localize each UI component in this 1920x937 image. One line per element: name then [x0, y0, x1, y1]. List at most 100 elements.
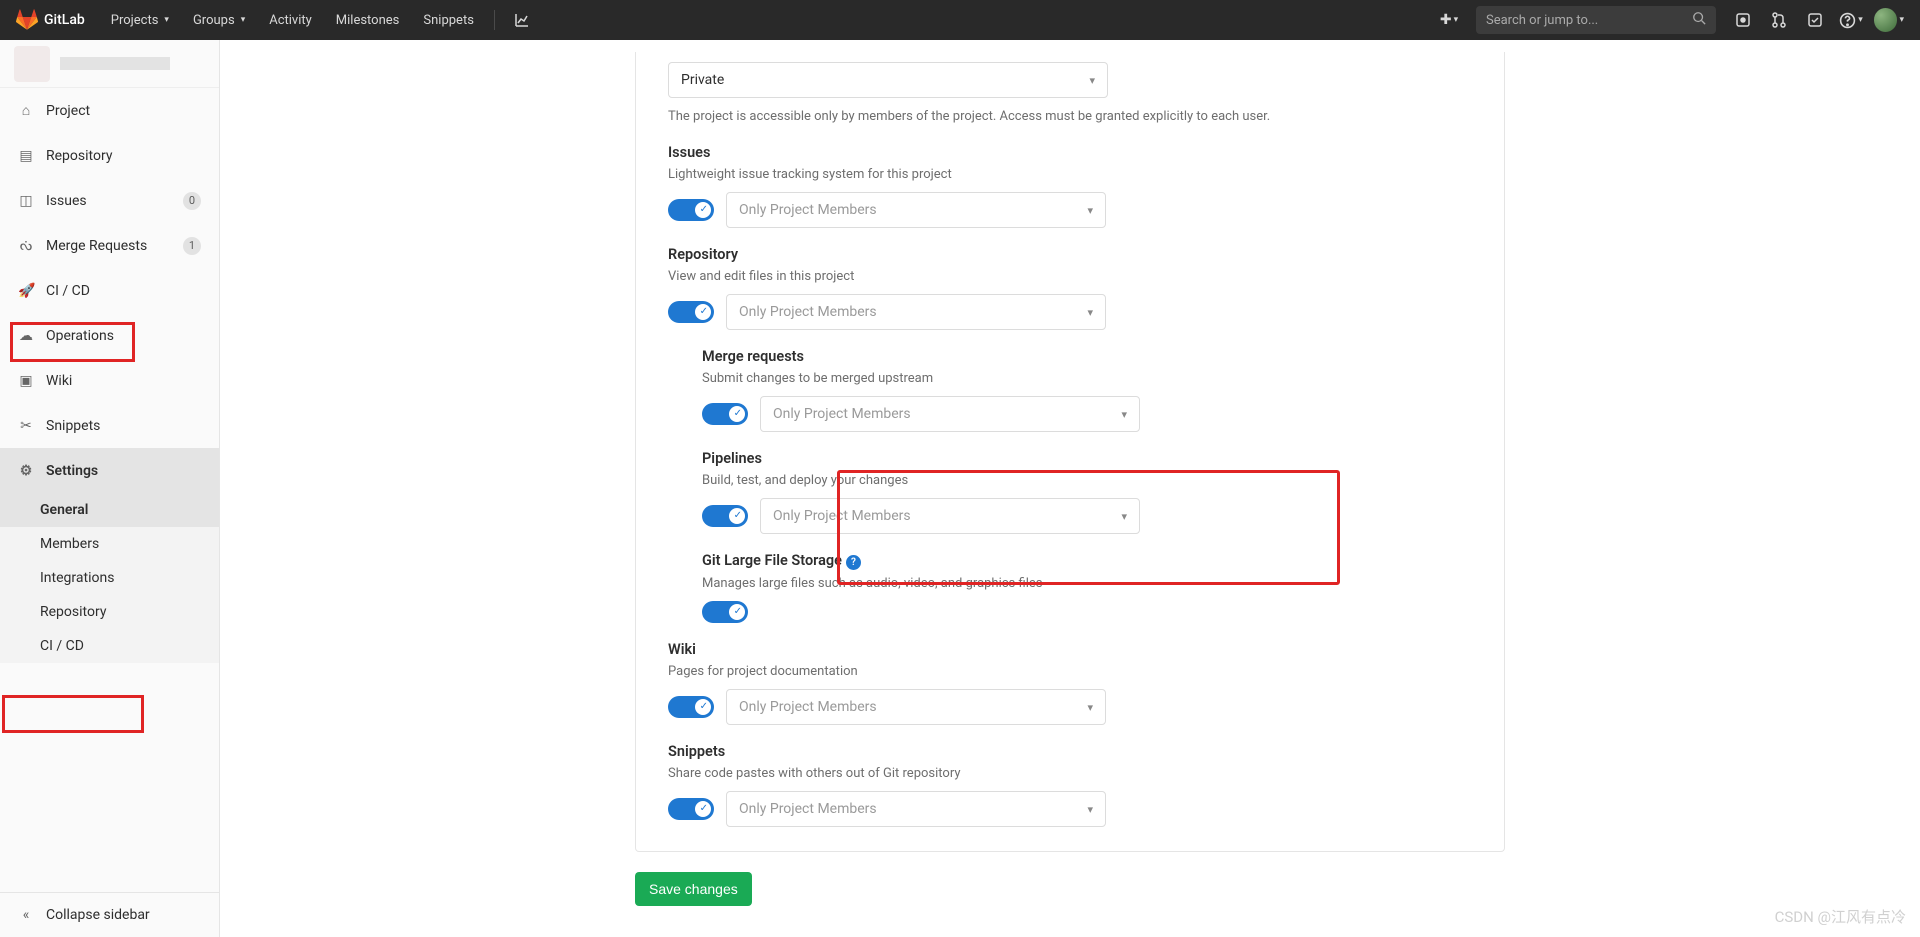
pipelines-desc: Build, test, and deploy your changes: [702, 473, 1472, 488]
tanuki-icon: [16, 9, 38, 31]
rocket-icon: 🚀: [18, 283, 34, 299]
todos-icon[interactable]: [1798, 0, 1832, 40]
plus-icon[interactable]: ✚▾: [1432, 0, 1466, 40]
wiki-access-select[interactable]: Only Project Members▾: [726, 689, 1106, 725]
info-icon[interactable]: ?: [846, 555, 861, 570]
section-wiki: Wiki Pages for project documentation Onl…: [668, 641, 1472, 725]
avatar: [1874, 8, 1897, 32]
sidebar-item-settings[interactable]: ⚙Settings: [0, 448, 219, 493]
chevron-down-icon: ▾: [1087, 204, 1093, 217]
help-icon[interactable]: ▾: [1834, 0, 1868, 40]
mr-count-badge: 1: [183, 237, 201, 255]
snippets-access-select[interactable]: Only Project Members▾: [726, 791, 1106, 827]
chevron-down-icon: ▾: [1089, 74, 1095, 87]
sidebar-item-merge-requests[interactable]: ᔔMerge Requests1: [0, 223, 219, 268]
nav-projects[interactable]: Projects▾: [101, 0, 179, 40]
nav-milestones[interactable]: Milestones: [326, 0, 410, 40]
mr-icon: ᔔ: [18, 238, 34, 254]
activity-chart-icon[interactable]: [505, 0, 539, 40]
visibility-panel: Private ▾ The project is accessible only…: [635, 52, 1505, 852]
issues-access-select[interactable]: Only Project Members▾: [726, 192, 1106, 228]
project-avatar: [14, 46, 50, 82]
repo-icon: ▤: [18, 148, 34, 164]
lfs-desc: Manages large files such as audio, video…: [702, 576, 1472, 591]
home-icon: ⌂: [18, 102, 34, 119]
wiki-toggle[interactable]: [668, 696, 714, 718]
issues-icon: ◫: [18, 193, 34, 209]
sidebar-item-wiki[interactable]: ▣Wiki: [0, 358, 219, 403]
settings-general[interactable]: General: [0, 493, 219, 527]
scissors-icon: ✂: [18, 418, 34, 434]
visibility-desc: The project is accessible only by member…: [668, 108, 1472, 126]
settings-cicd[interactable]: CI / CD: [0, 629, 219, 663]
wiki-title: Wiki: [668, 641, 1472, 658]
nav-right: ✚▾ Search or jump to... ▾ ▾: [1432, 0, 1904, 40]
book-icon: ▣: [18, 373, 34, 389]
issues-count-badge: 0: [183, 192, 201, 210]
chevron-down-icon: ▾: [1087, 701, 1093, 714]
merge-access-select[interactable]: Only Project Members▾: [760, 396, 1140, 432]
chevron-down-icon: ▾: [1087, 306, 1093, 319]
section-merge-requests: Merge requests Submit changes to be merg…: [702, 348, 1472, 432]
issues-desc: Lightweight issue tracking system for th…: [668, 167, 1472, 182]
sidebar-item-repository[interactable]: ▤Repository: [0, 133, 219, 178]
user-menu[interactable]: ▾: [1870, 0, 1904, 40]
issues-title: Issues: [668, 144, 1472, 161]
sidebar-item-operations[interactable]: ☁Operations: [0, 313, 219, 358]
section-pipelines: Pipelines Build, test, and deploy your c…: [702, 450, 1472, 534]
pipelines-access-select[interactable]: Only Project Members▾: [760, 498, 1140, 534]
search-icon: [1692, 11, 1706, 29]
visibility-value: Private: [681, 72, 724, 88]
section-repository: Repository View and edit files in this p…: [668, 246, 1472, 330]
main-content: Private ▾ The project is accessible only…: [220, 40, 1920, 937]
collapse-sidebar[interactable]: «Collapse sidebar: [0, 892, 219, 937]
highlight-box-settings-cicd: [2, 695, 144, 733]
nav-links: Projects▾ Groups▾ Activity Milestones Sn…: [101, 0, 539, 40]
pipelines-title: Pipelines: [702, 450, 1472, 467]
repository-toggle[interactable]: [668, 301, 714, 323]
visibility-select[interactable]: Private ▾: [668, 62, 1108, 98]
gitlab-logo[interactable]: GitLab: [16, 9, 85, 31]
settings-integrations[interactable]: Integrations: [0, 561, 219, 595]
project-header[interactable]: [0, 40, 219, 88]
issues-toggle[interactable]: [668, 199, 714, 221]
ops-icon: ☁: [18, 328, 34, 344]
settings-submenu: General Members Integrations Repository …: [0, 493, 219, 663]
chevron-down-icon: ▾: [1121, 408, 1127, 421]
gear-icon: ⚙: [18, 463, 34, 479]
snippets-toggle[interactable]: [668, 798, 714, 820]
merge-toggle[interactable]: [702, 403, 748, 425]
repository-access-select[interactable]: Only Project Members▾: [726, 294, 1106, 330]
search-input[interactable]: Search or jump to...: [1476, 6, 1716, 34]
sidebar-item-issues[interactable]: ◫Issues0: [0, 178, 219, 223]
save-button[interactable]: Save changes: [635, 872, 752, 906]
sidebar-item-snippets[interactable]: ✂Snippets: [0, 403, 219, 448]
project-name-redacted: [60, 57, 170, 70]
section-issues: Issues Lightweight issue tracking system…: [668, 144, 1472, 228]
merge-desc: Submit changes to be merged upstream: [702, 371, 1472, 386]
snippets-title: Snippets: [668, 743, 1472, 760]
issues-icon[interactable]: [1726, 0, 1760, 40]
nav-activity[interactable]: Activity: [259, 0, 322, 40]
chevron-down-icon: ▾: [1087, 803, 1093, 816]
top-nav: GitLab Projects▾ Groups▾ Activity Milest…: [0, 0, 1920, 40]
nav-snippets[interactable]: Snippets: [413, 0, 484, 40]
pipelines-toggle[interactable]: [702, 505, 748, 527]
repository-title: Repository: [668, 246, 1472, 263]
merge-title: Merge requests: [702, 348, 1472, 365]
sidebar-item-project[interactable]: ⌂Project: [0, 88, 219, 133]
search-placeholder: Search or jump to...: [1486, 13, 1692, 28]
nav-separator: [494, 10, 495, 30]
merge-requests-icon[interactable]: [1762, 0, 1796, 40]
lfs-toggle[interactable]: [702, 601, 748, 623]
brand-text: GitLab: [44, 12, 85, 28]
chevron-down-icon: ▾: [1121, 510, 1127, 523]
sidebar: ⌂Project ▤Repository ◫Issues0 ᔔMerge Req…: [0, 40, 220, 937]
lfs-title: Git Large File Storage?: [702, 552, 1472, 570]
settings-repository[interactable]: Repository: [0, 595, 219, 629]
nav-groups[interactable]: Groups▾: [183, 0, 255, 40]
settings-members[interactable]: Members: [0, 527, 219, 561]
sidebar-item-cicd[interactable]: 🚀CI / CD: [0, 268, 219, 313]
section-snippets: Snippets Share code pastes with others o…: [668, 743, 1472, 827]
chevron-left-icon: «: [18, 907, 34, 923]
